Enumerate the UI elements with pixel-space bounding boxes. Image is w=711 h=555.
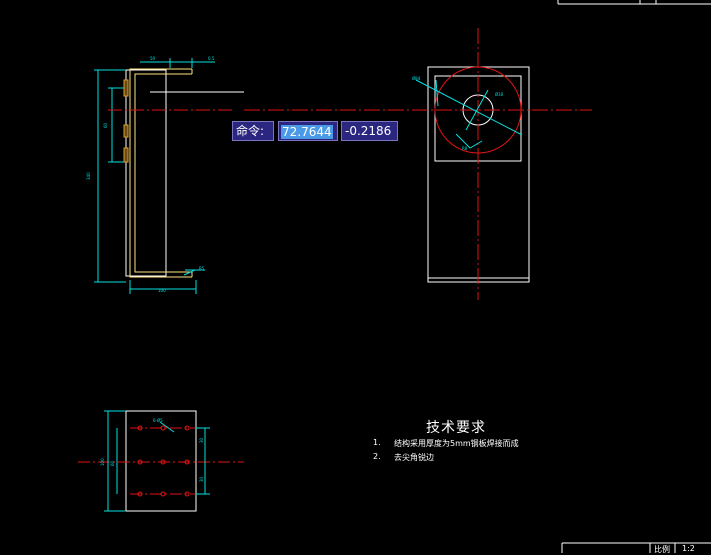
coordinate-y-input[interactable]: -0.2186 <box>341 121 398 141</box>
scale-value: 1:2 <box>682 544 695 553</box>
svg-text:30: 30 <box>199 437 204 443</box>
centerline-crosshair-icon <box>244 28 592 300</box>
svg-text:Ø84: Ø84 <box>412 76 421 81</box>
svg-text:30: 30 <box>199 476 204 482</box>
svg-text:R5: R5 <box>199 266 205 271</box>
requirement-text: 去尖角锐边 <box>394 453 434 462</box>
scale-label: 比例 <box>654 545 670 554</box>
svg-text:R8: R8 <box>462 146 468 151</box>
bolt-holes <box>137 425 190 497</box>
svg-text:60: 60 <box>103 122 108 128</box>
svg-text:0.5: 0.5 <box>208 56 215 61</box>
cad-drawing-canvas[interactable]: 340 60 100 50 0.5 R5 Ø84 Ø30 R8 100 60 3… <box>0 0 711 553</box>
svg-text:100: 100 <box>100 458 105 466</box>
svg-text:60: 60 <box>110 460 115 466</box>
side-view[interactable]: 340 60 100 50 0.5 R5 <box>86 56 244 294</box>
requirement-number: 2. <box>373 452 381 461</box>
front-view[interactable]: Ø84 Ø30 R8 <box>244 28 592 300</box>
tech-requirements-title: 技术要求 <box>426 420 486 436</box>
svg-text:340: 340 <box>86 172 91 180</box>
requirement-text: 结构采用厚度为5mm钢板焊接而成 <box>394 439 519 448</box>
svg-text:100: 100 <box>158 288 166 293</box>
coordinate-x-input[interactable]: 72.7644 <box>278 121 338 141</box>
side-view-plate <box>125 69 167 277</box>
command-prompt-label: 命令: <box>232 121 274 141</box>
svg-text:Ø30: Ø30 <box>495 92 504 97</box>
requirement-number: 1. <box>373 438 381 447</box>
bottom-view[interactable]: 100 60 30 30 6-Ø5 <box>78 410 244 512</box>
side-dimensions <box>94 58 215 294</box>
weld-profile <box>129 68 193 278</box>
svg-text:6-Ø5: 6-Ø5 <box>153 418 163 423</box>
svg-text:50: 50 <box>150 56 156 61</box>
title-block-top <box>557 0 711 5</box>
coordinate-x-value[interactable]: 72.7644 <box>281 125 333 139</box>
